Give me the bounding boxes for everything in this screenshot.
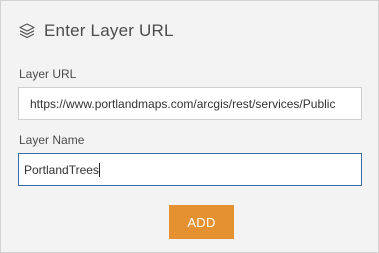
layer-url-label: Layer URL: [19, 67, 77, 81]
layer-url-value: https://www.portlandmaps.com/arcgis/rest…: [30, 96, 336, 111]
layer-name-value: PortlandTrees: [24, 162, 99, 177]
text-cursor: [98, 162, 100, 177]
add-layer-panel: Enter Layer URL Layer URL https://www.po…: [0, 0, 379, 253]
panel-header: Enter Layer URL: [18, 20, 174, 42]
layers-icon: [18, 22, 36, 40]
layer-url-input[interactable]: https://www.portlandmaps.com/arcgis/rest…: [18, 87, 362, 120]
panel-title: Enter Layer URL: [44, 21, 174, 40]
layer-name-input[interactable]: PortlandTrees: [18, 153, 362, 186]
layer-name-label: Layer Name: [19, 133, 85, 147]
add-button[interactable]: ADD: [169, 205, 234, 239]
